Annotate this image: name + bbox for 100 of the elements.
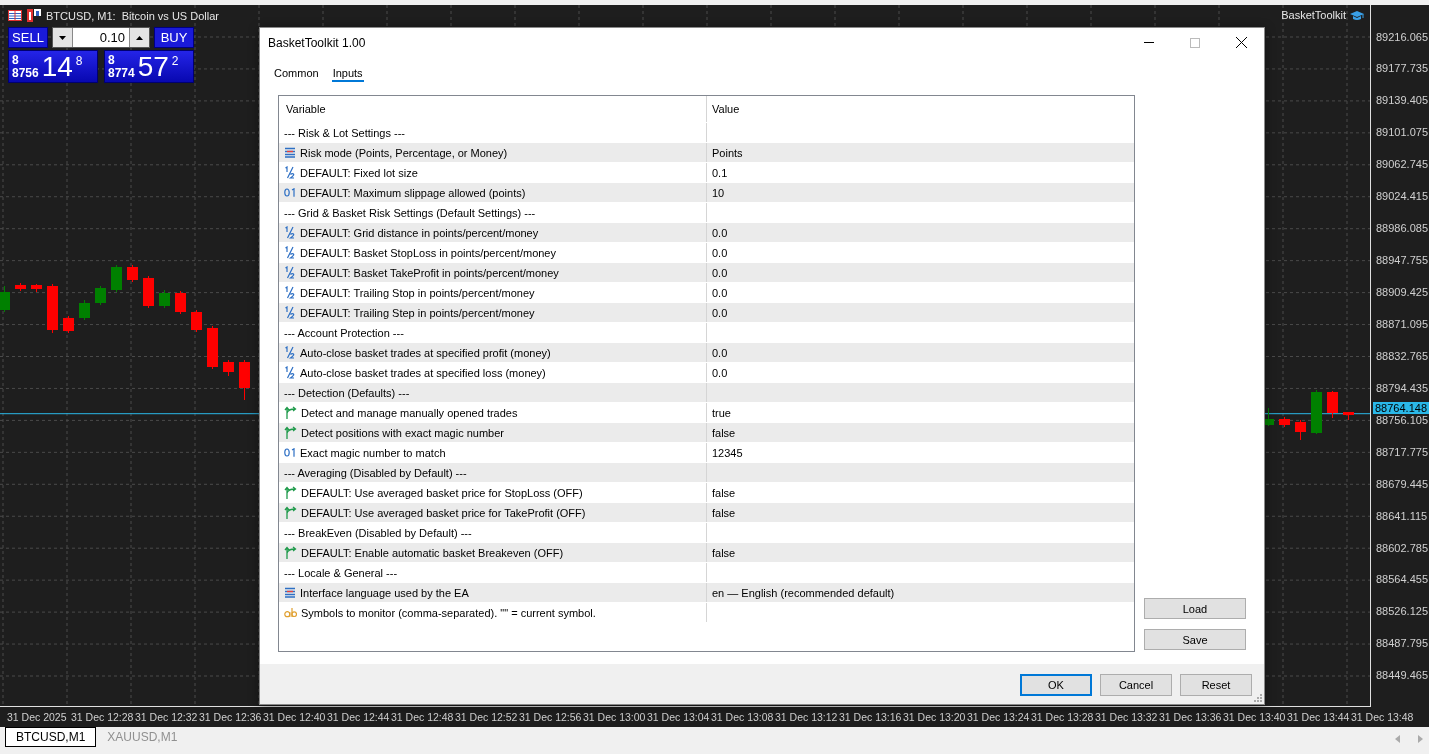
time-label: 31 Dec 2025 [6,710,68,725]
price-label: 88794.435 [1375,381,1429,395]
time-label: 31 Dec 13:08 [710,710,772,725]
candle [207,325,218,370]
variable-name: DEFAULT: Maximum slippage allowed (points) [300,186,526,199]
buy-button[interactable]: BUY [154,27,194,48]
parameter-value[interactable]: 0.1 [712,166,728,179]
dialog-tab[interactable]: Inputs [331,65,364,82]
candle [239,359,250,401]
graduation-cap-icon [1350,9,1364,21]
current-price: 88764.148 [1373,402,1429,414]
price-label: 88756.105 [1375,413,1429,427]
parameter-value[interactable]: false [712,426,736,439]
parameter-value[interactable]: false [712,506,736,519]
parameter-value[interactable]: 0.0 [712,366,728,379]
candle [1327,390,1338,419]
variable-name: Interface language used by the EA [300,586,469,599]
dialog-button[interactable]: Cancel [1100,674,1172,696]
variable-name: DEFAULT: Basket StopLoss in points/percent/money [300,246,556,259]
price-label: 88717.775 [1375,445,1429,459]
parameter-value[interactable]: 0.0 [712,286,728,299]
dialog-button[interactable]: OK [1020,674,1092,696]
section-heading: --- Account Protection --- [284,326,404,339]
time-label: 31 Dec 13:24 [966,710,1028,725]
parameter-value[interactable]: 0.0 [712,246,728,259]
volume-field[interactable]: 0.10 [73,28,129,47]
price-label: 89139.405 [1375,94,1429,108]
time-label: 31 Dec 13:16 [838,710,900,725]
fraction-icon [284,266,296,279]
dialog-button[interactable]: Reset [1180,674,1252,696]
branch-arrow-icon [284,506,297,519]
parameter-value[interactable]: true [712,406,731,419]
list-icon [284,147,296,158]
price-label: 88909.425 [1375,286,1429,299]
fraction-icon [284,166,296,179]
time-label: 31 Dec 13:32 [1094,710,1156,725]
caret-down-icon [59,35,66,40]
time-label: 31 Dec 13:20 [902,710,964,725]
price-label: 89216.065 [1375,30,1429,44]
variable-name: DEFAULT: Use averaged basket price for TakeProfit (OFF) [301,506,586,519]
branch-arrow-icon [284,486,297,499]
parameter-value[interactable]: 12345 [712,446,743,459]
sell-button[interactable]: SELL [8,27,48,48]
fraction-icon [284,226,296,239]
list-icon [284,587,296,598]
candle [63,315,74,334]
digits-icon [284,188,296,197]
time-label: 31 Dec 13:44 [1286,710,1348,725]
side-button[interactable]: Load [1144,598,1246,619]
table-icon[interactable] [8,10,22,21]
parameter-value[interactable]: Points [712,146,743,159]
dialog-tab[interactable]: Common [273,65,320,82]
variable-name: DEFAULT: Use averaged basket price for StopLoss (OFF) [301,486,583,499]
candle [175,290,186,315]
parameter-value[interactable]: 0.0 [712,346,728,359]
parameter-value[interactable]: 0.0 [712,266,728,279]
dialog-title: BasketToolkit 1.00 [268,35,367,50]
volume-spinner[interactable]: 0.10 [52,27,150,48]
price-label: 88641.115 [1375,509,1429,523]
price-label: 88832.765 [1375,349,1429,363]
variable-name: DEFAULT: Trailing Step in points/percent/money [300,306,535,319]
price-label: 88487.795 [1375,637,1429,651]
parameter-value[interactable]: false [712,486,736,499]
side-button[interactable]: Save [1144,629,1246,650]
decrease-button[interactable] [53,28,73,47]
candle [1295,419,1306,441]
parameter-value[interactable]: en — English (recommended default) [712,586,895,599]
parameter-value[interactable]: 0.0 [712,226,728,239]
price-label: 89062.745 [1375,158,1429,172]
parameter-value[interactable]: 10 [712,186,725,199]
branch-arrow-icon [284,546,297,559]
column-header[interactable]: Value [706,96,1134,122]
time-label: 31 Dec 13:12 [774,710,836,725]
close-icon[interactable] [1235,37,1247,48]
candle [1343,411,1354,421]
price-label: 88449.465 [1375,669,1429,683]
variable-name: DEFAULT: Basket TakeProfit in points/percent/money [300,266,559,279]
price-label: 88871.095 [1375,317,1429,331]
time-label: 31 Dec 13:40 [1222,710,1284,725]
parameter-value[interactable]: false [712,546,736,559]
text-icon [284,607,297,618]
candle [1311,389,1322,435]
variable-name: Auto-close basket trades at specified loss (money) [300,366,546,379]
chart-tab[interactable]: BTCUSD,M1 [5,727,97,747]
parameter-value[interactable]: 0.0 [712,306,728,319]
chart-icon[interactable] [27,9,41,22]
time-label: 31 Dec 13:28 [1030,710,1092,725]
section-heading: --- Averaging (Disabled by Default) --- [284,466,467,479]
time-label: 31 Dec 13:36 [1158,710,1220,725]
section-heading: --- Risk & Lot Settings --- [284,126,406,139]
variable-name: Risk mode (Points, Percentage, or Money) [300,146,508,159]
variable-name: Symbols to monitor (comma-separated). "" = current symbol. [301,606,596,619]
price-label: 88986.085 [1375,222,1429,236]
time-label: 31 Dec 12:40 [262,710,324,725]
variable-name: DEFAULT: Enable automatic basket Breakeven (OFF) [301,546,564,559]
column-header[interactable]: Variable [279,96,706,122]
resize-grip-icon[interactable] [1253,693,1262,702]
price-label: 88602.785 [1375,541,1429,555]
variable-name: DEFAULT: Grid distance in points/percent/money [300,226,539,239]
increase-button[interactable] [129,28,149,47]
